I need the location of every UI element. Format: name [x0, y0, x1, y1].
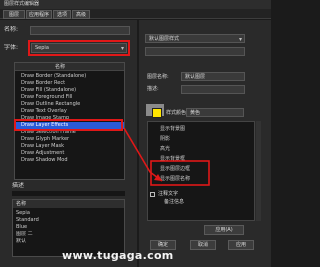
apply-style-label: 应用(A) — [215, 227, 233, 233]
cancel-button[interactable]: 取消 — [190, 240, 216, 250]
ok-label: 确定 — [157, 242, 168, 248]
apply-label: 应用 — [235, 242, 246, 248]
watermark: www.tugaga.com — [62, 249, 174, 262]
apply-button[interactable]: 应用 — [228, 240, 254, 250]
cancel-label: 取消 — [197, 242, 208, 248]
apply-style-button[interactable]: 应用(A) — [204, 225, 244, 235]
